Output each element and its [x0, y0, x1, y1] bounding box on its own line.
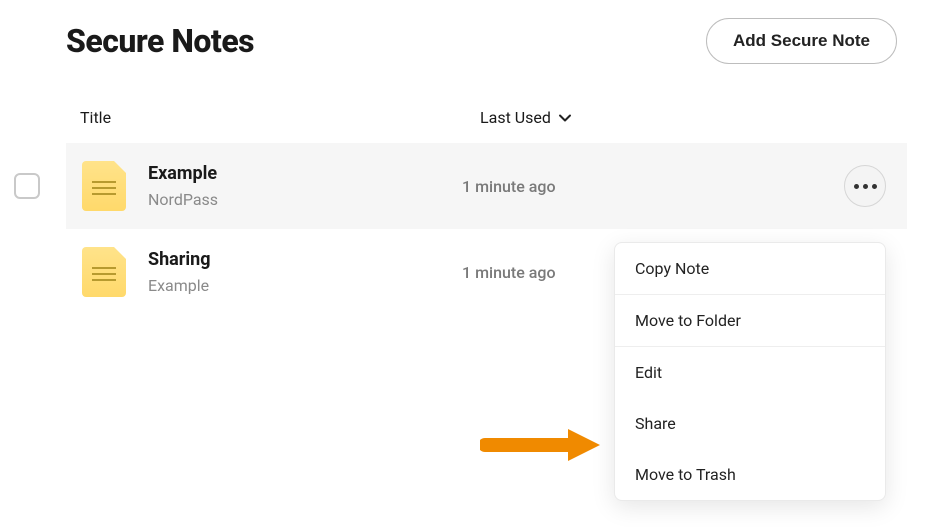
- column-title[interactable]: Title: [70, 108, 480, 127]
- row-title: Sharing: [148, 249, 462, 270]
- annotation-arrow-icon: [480, 425, 600, 465]
- context-menu: Copy Note Move to Folder Edit Share Move…: [614, 242, 886, 501]
- menu-share[interactable]: Share: [615, 398, 885, 449]
- note-icon: [82, 247, 126, 297]
- row-last-used: 1 minute ago: [462, 177, 833, 196]
- menu-copy-note[interactable]: Copy Note: [615, 243, 885, 294]
- table-row[interactable]: Example NordPass 1 minute ago: [66, 143, 907, 229]
- dots-icon: [854, 184, 859, 189]
- row-title: Example: [148, 163, 462, 184]
- chevron-down-icon: [557, 110, 573, 126]
- menu-edit[interactable]: Edit: [615, 347, 885, 398]
- menu-move-to-trash[interactable]: Move to Trash: [615, 449, 885, 500]
- menu-move-to-folder[interactable]: Move to Folder: [615, 295, 885, 346]
- header: Secure Notes Add Secure Note: [66, 18, 907, 64]
- row-checkbox[interactable]: [14, 173, 40, 199]
- column-headers: Title Last Used: [66, 108, 907, 143]
- column-last-used[interactable]: Last Used: [480, 108, 903, 127]
- row-subtitle: Example: [148, 276, 462, 295]
- more-actions-button[interactable]: [844, 165, 886, 207]
- note-icon: [82, 161, 126, 211]
- column-last-used-label: Last Used: [480, 108, 551, 127]
- page-title: Secure Notes: [66, 22, 254, 60]
- row-subtitle: NordPass: [148, 190, 462, 209]
- add-secure-note-button[interactable]: Add Secure Note: [706, 18, 897, 64]
- row-title-cell: Example NordPass: [126, 163, 462, 209]
- row-title-cell: Sharing Example: [126, 249, 462, 295]
